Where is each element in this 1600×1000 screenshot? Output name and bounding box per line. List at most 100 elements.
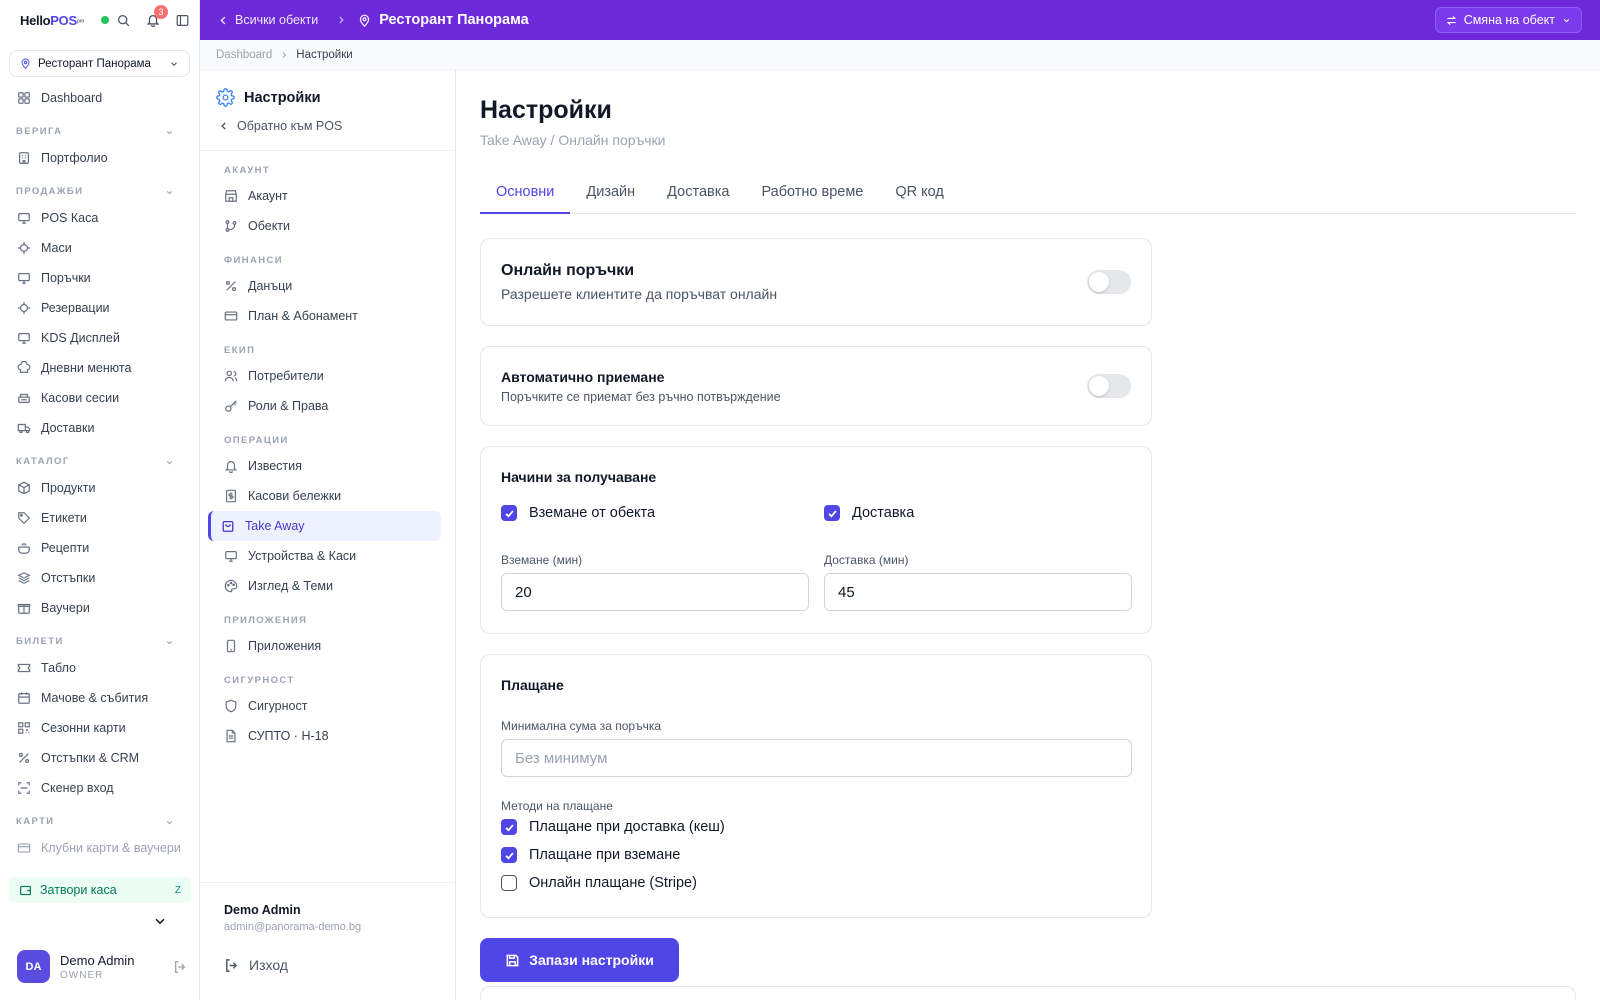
breadcrumb-root-link[interactable]: Dashboard — [216, 49, 272, 61]
nav-section-tickets[interactable]: БИЛЕТИ — [9, 623, 190, 653]
nav-item-entry-scanner[interactable]: Скенер вход — [9, 773, 190, 803]
settings-item-taxes[interactable]: Данъци — [208, 271, 441, 301]
settings-item-themes[interactable]: Изглед & Теми — [208, 571, 441, 601]
monitor-icon — [18, 213, 30, 224]
branch-icon — [225, 220, 237, 232]
tab-design[interactable]: Дизайн — [570, 180, 651, 214]
next-section-card — [480, 986, 1576, 1000]
payment-method-stripe-checkbox[interactable] — [501, 875, 517, 891]
nav-section-catalog[interactable]: КАТАЛОГ — [9, 443, 190, 473]
back-to-all-venues-link[interactable]: Всички обекти — [218, 13, 318, 27]
avatar[interactable]: DA — [17, 950, 50, 983]
payment-method-pickup-checkbox[interactable] — [501, 847, 517, 863]
fulfillment-title: Начини за получаване — [501, 469, 657, 485]
nav-section-cards[interactable]: КАРТИ — [9, 803, 190, 833]
expand-more-button[interactable] — [153, 914, 167, 928]
nav-section-sales[interactable]: ПРОДАЖБИ — [9, 173, 190, 203]
nav-item-pos[interactable]: POS Каса — [9, 203, 190, 233]
pickup-checkbox[interactable] — [501, 505, 517, 521]
settings-item-take-away[interactable]: Take Away — [208, 511, 441, 541]
nav-item-label: Мачове & събития — [41, 691, 149, 705]
settings-item-receipts[interactable]: Касови бележки — [208, 481, 441, 511]
pickup-time-input[interactable]: 20 — [501, 573, 809, 611]
notification-count-badge: 3 — [154, 5, 168, 19]
nav-item-recipes[interactable]: Рецепти — [9, 533, 190, 563]
nav-item-board[interactable]: Табло — [9, 653, 190, 683]
settings-item-label: Известия — [248, 459, 302, 473]
search-icon[interactable] — [117, 14, 130, 27]
settings-item-notifications[interactable]: Известия — [208, 451, 441, 481]
settings-item-roles[interactable]: Роли & Права — [208, 391, 441, 421]
settings-group-account: АКАУНТ Акаунт Обекти — [200, 151, 455, 241]
back-to-pos-link[interactable]: Обратно към POS — [216, 119, 439, 133]
nav-item-kds[interactable]: KDS Дисплей — [9, 323, 190, 353]
auto-accept-toggle[interactable] — [1087, 374, 1131, 398]
tag-icon — [18, 512, 31, 525]
scan-icon — [18, 782, 30, 794]
nav-item-dashboard[interactable]: Dashboard — [9, 83, 190, 113]
tab-qr-code[interactable]: QR код — [879, 180, 960, 214]
pickup-checkbox-row[interactable]: Вземане от обекта — [501, 505, 655, 521]
check-icon — [827, 510, 837, 518]
nav-item-discounts-crm[interactable]: Отстъпки & CRM — [9, 743, 190, 773]
nav-item-cash-sessions[interactable]: Касови сесии — [9, 383, 190, 413]
hellopos-logo[interactable]: HelloPOSpro — [20, 13, 84, 28]
payment-method-stripe-row[interactable]: Онлайн плащане (Stripe) — [501, 875, 697, 891]
nav-item-discounts[interactable]: Отстъпки — [9, 563, 190, 593]
settings-group-team: ЕКИП Потребители Роли & Права — [200, 331, 455, 421]
collapse-sidebar-icon[interactable] — [176, 14, 189, 27]
settings-item-users[interactable]: Потребители — [208, 361, 441, 391]
tab-basic[interactable]: Основни — [480, 180, 571, 214]
venue-selector[interactable]: Ресторант Панорама — [9, 50, 190, 77]
payment-method-pickup-row[interactable]: Плащане при вземане — [501, 847, 680, 863]
settings-item-devices[interactable]: Устройства & Каси — [208, 541, 441, 571]
settings-item-label: Потребители — [248, 369, 324, 383]
nav-item-daily-menus[interactable]: Дневни менюта — [9, 353, 190, 383]
tab-delivery[interactable]: Доставка — [651, 180, 745, 214]
nav-item-label: KDS Дисплей — [41, 331, 120, 345]
payment-method-cod-checkbox[interactable] — [501, 819, 517, 835]
logout-icon[interactable] — [173, 960, 187, 974]
save-settings-button[interactable]: Запази настройки — [480, 938, 679, 982]
nav-item-deliveries[interactable]: Доставки — [9, 413, 190, 443]
chevron-down-icon — [166, 821, 173, 825]
delivery-checkbox-row[interactable]: Доставка — [824, 505, 914, 521]
nav-item-portfolio[interactable]: Портфолио — [9, 143, 190, 173]
settings-item-security[interactable]: Сигурност — [208, 691, 441, 721]
notifications-button[interactable]: 3 — [146, 5, 168, 27]
change-venue-button[interactable]: Смяна на обект — [1434, 7, 1582, 33]
nav-item-orders[interactable]: Поръчки — [9, 263, 190, 293]
nav-item-tables[interactable]: Маси — [9, 233, 190, 263]
delivery-checkbox[interactable] — [824, 505, 840, 521]
nav-item-club-cards[interactable]: Клубни карти & ваучери — [9, 833, 190, 863]
nav-item-vouchers[interactable]: Ваучери — [9, 593, 190, 623]
payment-method-cod-row[interactable]: Плащане при доставка (кеш) — [501, 819, 725, 835]
settings-item-venues[interactable]: Обекти — [208, 211, 441, 241]
settings-item-plan[interactable]: План & Абонамент — [208, 301, 441, 331]
settings-item-label: Касови бележки — [248, 489, 342, 503]
user-meta: Demo Admin OWNER — [60, 953, 163, 981]
nav-item-reservations[interactable]: Резервации — [9, 293, 190, 323]
location-pin-icon — [360, 14, 370, 27]
app-sidebar: HelloPOSpro 3 Ресторант Панорама Dashboa… — [0, 0, 200, 1000]
online-status-dot — [101, 16, 109, 24]
nav-item-matches-events[interactable]: Мачове & събития — [9, 683, 190, 713]
nav-item-tags[interactable]: Етикети — [9, 503, 190, 533]
nav-item-label: Табло — [41, 661, 77, 675]
delivery-time-label: Доставка (мин) — [824, 553, 909, 567]
close-till-button[interactable]: Затвори каса Z — [9, 877, 191, 903]
settings-item-supto[interactable]: СУПТО · Н-18 — [208, 721, 441, 751]
nav-item-label: Дневни менюта — [41, 361, 132, 375]
logout-button[interactable]: Изход — [224, 957, 431, 973]
nav-item-products[interactable]: Продукти — [9, 473, 190, 503]
tab-working-hours[interactable]: Работно време — [745, 180, 879, 214]
chevron-down-icon — [166, 461, 173, 465]
min-order-input[interactable]: Без минимум — [501, 739, 1132, 777]
online-orders-toggle[interactable] — [1087, 270, 1131, 294]
delivery-time-input[interactable]: 45 — [824, 573, 1132, 611]
sidebar-header: HelloPOSpro 3 — [0, 0, 199, 40]
nav-item-season-cards[interactable]: Сезонни карти — [9, 713, 190, 743]
settings-item-account[interactable]: Акаунт — [208, 181, 441, 211]
nav-section-chain[interactable]: ВЕРИГА — [9, 113, 190, 143]
settings-item-apps[interactable]: Приложения — [208, 631, 441, 661]
